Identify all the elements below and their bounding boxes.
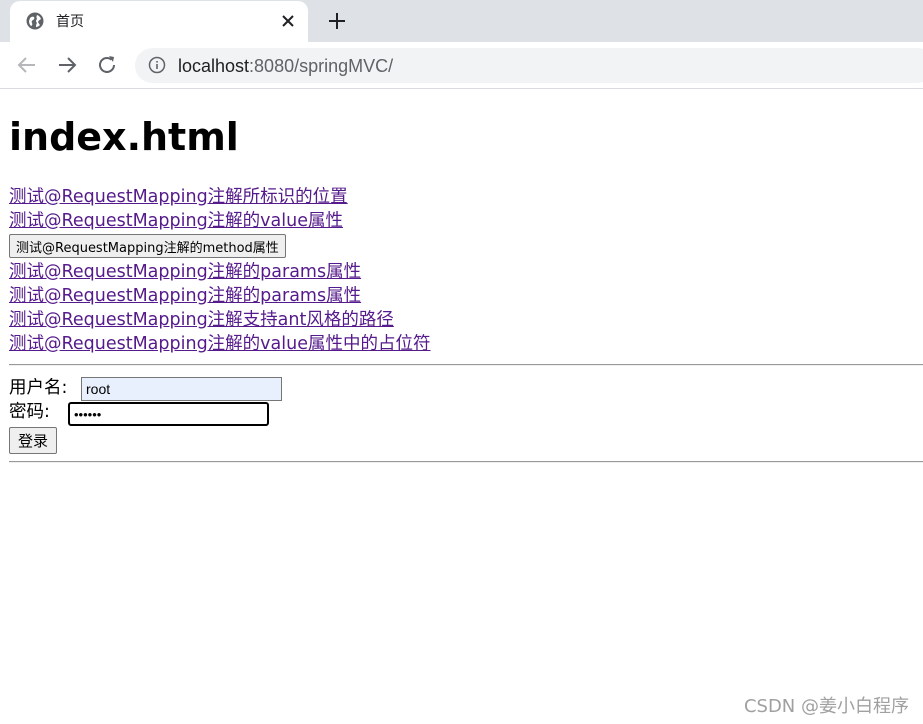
link-request-mapping-placeholder[interactable]: 测试@RequestMapping注解的value属性中的占位符 (9, 332, 431, 356)
reload-icon[interactable] (96, 54, 118, 76)
password-row: 密码: (9, 400, 269, 426)
tab-strip: 首页 (0, 0, 923, 42)
password-label: 密码: (9, 402, 50, 422)
login-form: 用户名: 密码: 登录 (9, 376, 282, 454)
browser-chrome: 首页 localhost:8080/springMVC/ (0, 0, 923, 89)
info-icon[interactable] (148, 56, 166, 74)
url-text: localhost:8080/springMVC/ (178, 55, 393, 77)
url-host: localhost (178, 56, 250, 76)
page-title: index.html (9, 115, 239, 159)
username-field[interactable] (81, 377, 282, 401)
plus-icon[interactable] (326, 10, 348, 32)
tab-home[interactable]: 首页 (10, 1, 308, 42)
globe-icon (26, 12, 44, 30)
back-arrow-icon[interactable] (16, 54, 38, 76)
method-test-button[interactable]: 测试@RequestMapping注解的method属性 (9, 234, 286, 258)
link-request-mapping-ant-path[interactable]: 测试@RequestMapping注解支持ant风格的路径 (9, 308, 431, 332)
browser-toolbar: localhost:8080/springMVC/ (0, 42, 923, 89)
link-request-mapping-params-1[interactable]: 测试@RequestMapping注解的params属性 (9, 260, 431, 284)
divider-top (9, 364, 923, 366)
forward-arrow-icon[interactable] (56, 54, 78, 76)
password-field[interactable] (68, 402, 269, 426)
login-button[interactable]: 登录 (9, 427, 57, 454)
watermark: CSDN @姜小白程序 (743, 696, 909, 717)
address-bar[interactable]: localhost:8080/springMVC/ (135, 48, 923, 83)
link-request-mapping-params-2[interactable]: 测试@RequestMapping注解的params属性 (9, 284, 431, 308)
username-row: 用户名: (9, 376, 282, 401)
link-request-mapping-location[interactable]: 测试@RequestMapping注解所标识的位置 (9, 185, 431, 209)
link-list: 测试@RequestMapping注解所标识的位置 测试@RequestMapp… (9, 185, 431, 356)
tab-title: 首页 (56, 14, 84, 30)
page-content: index.html 测试@RequestMapping注解所标识的位置 测试@… (0, 89, 923, 724)
url-path: :8080/springMVC/ (249, 56, 394, 76)
divider-bottom (9, 461, 923, 463)
close-icon[interactable] (278, 11, 298, 31)
link-request-mapping-value[interactable]: 测试@RequestMapping注解的value属性 (9, 209, 431, 233)
username-label: 用户名: (9, 378, 68, 398)
